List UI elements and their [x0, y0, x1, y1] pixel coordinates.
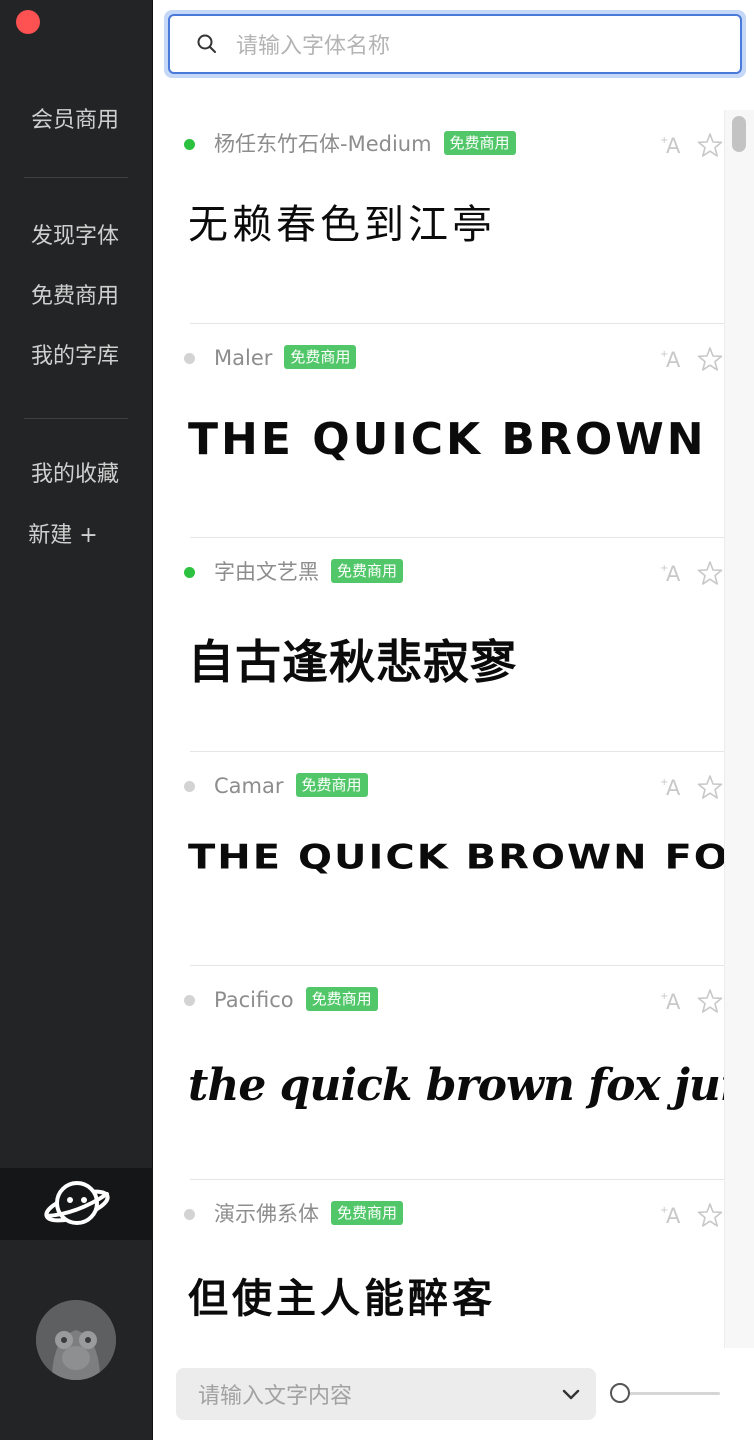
sidebar-item-free-commercial[interactable]: 免费商用 — [0, 282, 150, 312]
font-size-icon[interactable]: A+ — [660, 132, 686, 158]
scrollbar-thumb[interactable] — [732, 116, 746, 152]
status-dot — [184, 353, 195, 364]
font-name-text: Maler — [214, 346, 273, 370]
font-preview: THE QUICK BROWN FOX — [188, 838, 724, 878]
font-name-text: 演示佛系体 — [214, 1202, 319, 1226]
monkey-avatar-icon — [36, 1300, 116, 1380]
planet-icon — [43, 1181, 110, 1225]
free-commercial-badge: 免费商用 — [284, 345, 357, 369]
slider-track — [620, 1392, 720, 1395]
font-list: 杨任东竹石体-Medium 免费商用 A + 无赖春色到江亭 Maler 免费商用 A… — [154, 110, 724, 1348]
font-list-item[interactable]: Pacifico 免费商用 A+ the quick brown fox jump… — [154, 966, 724, 1180]
status-dot — [184, 1209, 195, 1220]
font-list-item[interactable]: Camar 免费商用 A + THE QUICK BROWN FOX — [154, 752, 724, 966]
font-list-item[interactable]: 字由文艺黑 免费商用 A + 自古逢秋悲寂寥 — [154, 538, 724, 752]
star-icon[interactable] — [697, 1202, 723, 1228]
sidebar-item-member-commercial[interactable]: 会员商用 — [0, 106, 150, 136]
font-size-icon[interactable]: A+ — [660, 560, 686, 586]
font-name: Pacifico 免费商用 — [214, 985, 378, 1015]
sidebar-divider — [24, 418, 128, 419]
star-icon[interactable] — [697, 346, 723, 372]
chevron-down-icon — [562, 1389, 580, 1400]
svg-text:+: + — [660, 777, 668, 788]
close-window-button[interactable] — [16, 10, 40, 34]
font-preview: 自古逢秋悲寂寥 — [188, 635, 517, 689]
sidebar: 会员商用 发现字体 免费商用 我的字库 我的收藏 新建 + — [0, 0, 153, 1440]
svg-text:+: + — [660, 1205, 668, 1216]
free-commercial-badge: 免费商用 — [331, 1201, 404, 1225]
font-list-item[interactable]: 杨任东竹石体-Medium 免费商用 A + 无赖春色到江亭 — [154, 110, 724, 324]
font-name: Maler 免费商用 — [214, 343, 357, 373]
sidebar-item-discover-fonts[interactable]: 发现字体 — [0, 222, 150, 252]
font-name: 杨任东竹石体-Medium 免费商用 — [214, 129, 516, 159]
font-name-text: 杨任东竹石体-Medium — [214, 132, 432, 156]
main-panel: 请输入字体名称 杨任东竹石体-Medium 免费商用 A + 无赖春色到江亭 Mal… — [154, 0, 754, 1440]
star-icon[interactable] — [697, 132, 723, 158]
search-placeholder: 请输入字体名称 — [236, 34, 391, 59]
search-bar: 请输入字体名称 — [164, 10, 746, 78]
font-name: Camar 免费商用 — [214, 771, 368, 801]
font-name: 演示佛系体 免费商用 — [214, 1199, 404, 1229]
font-size-icon[interactable]: A+ — [660, 988, 686, 1014]
search-input[interactable]: 请输入字体名称 — [168, 14, 742, 74]
font-name-text: Pacifico — [214, 988, 294, 1012]
status-dot — [184, 139, 195, 150]
free-commercial-badge: 免费商用 — [331, 559, 404, 583]
svg-text:+: + — [660, 135, 668, 146]
svg-text:+: + — [660, 563, 668, 574]
status-dot — [184, 781, 195, 792]
star-icon[interactable] — [697, 560, 723, 586]
font-name: 字由文艺黑 免费商用 — [214, 557, 404, 587]
scrollbar[interactable] — [724, 110, 754, 1348]
star-icon[interactable] — [697, 988, 723, 1014]
free-commercial-badge: 免费商用 — [295, 773, 368, 797]
free-commercial-badge: 免费商用 — [305, 987, 378, 1011]
status-dot — [184, 995, 195, 1006]
font-list-item[interactable]: Maler 免费商用 A+ THE QUICK BROWN FOX — [154, 324, 724, 538]
font-preview: 无赖春色到江亭 — [188, 202, 496, 248]
preview-text-select[interactable]: 请输入文字内容 — [176, 1368, 596, 1420]
svg-text:+: + — [660, 991, 668, 1002]
font-preview: the quick brown fox jumps over — [188, 1060, 724, 1111]
font-preview: THE QUICK BROWN FOX — [188, 414, 724, 465]
free-commercial-badge: 免费商用 — [443, 131, 516, 155]
font-size-icon[interactable]: A+ — [660, 1202, 686, 1228]
svg-text:+: + — [660, 349, 668, 360]
font-list-item[interactable]: 演示佛系体 免费商用 A + 但使主人能醉客 — [154, 1180, 724, 1348]
font-name-text: Camar — [214, 774, 284, 798]
font-size-icon[interactable]: A+ — [660, 346, 686, 372]
status-dot — [184, 567, 195, 578]
font-size-icon[interactable]: A+ — [660, 774, 686, 800]
planet-button[interactable] — [0, 1168, 153, 1240]
slider-knob[interactable] — [610, 1383, 630, 1403]
font-size-slider[interactable] — [610, 1382, 720, 1406]
font-name-text: 字由文艺黑 — [214, 560, 319, 584]
preview-text-placeholder: 请输入文字内容 — [198, 1384, 353, 1409]
app-window: 会员商用 发现字体 免费商用 我的字库 我的收藏 新建 + 请输入字体名称 杨任… — [0, 0, 754, 1440]
font-preview: 但使主人能醉客 — [188, 1275, 496, 1322]
sidebar-item-new[interactable]: 新建 + — [0, 521, 138, 551]
star-icon[interactable] — [697, 774, 723, 800]
sidebar-item-my-library[interactable]: 我的字库 — [0, 342, 150, 372]
avatar[interactable] — [36, 1300, 116, 1380]
sidebar-item-my-favorites[interactable]: 我的收藏 — [0, 460, 150, 490]
search-icon — [197, 34, 216, 53]
sidebar-divider — [24, 177, 128, 178]
